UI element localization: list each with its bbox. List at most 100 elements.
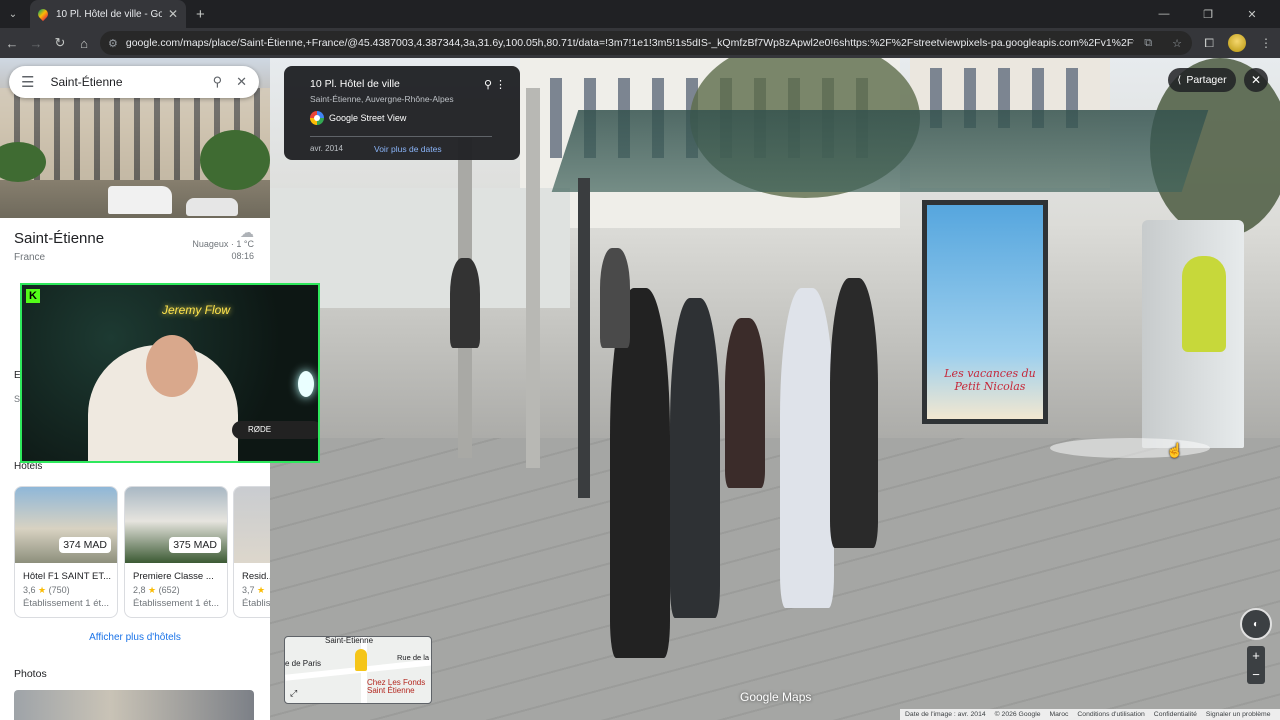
hotel-price: 375 MAD: [169, 537, 221, 553]
pedestrian: [830, 278, 878, 548]
search-box[interactable]: ☰ Saint-Étienne ⚲ ✕: [9, 66, 259, 98]
star-icon: ★: [38, 585, 47, 595]
image-date: Date de l'image : avr. 2014: [905, 711, 986, 718]
toolbar-right: ⧠ ⋮: [1204, 28, 1272, 58]
lamp-post: [526, 88, 540, 468]
pedestrian: [600, 248, 630, 348]
shelter-post: [578, 178, 590, 498]
hotel-rating: 2,8 ★ (652): [125, 582, 227, 596]
country-link[interactable]: Maroc: [1049, 711, 1068, 718]
close-window-icon[interactable]: ✕: [1230, 8, 1274, 21]
minimap[interactable]: Saint-Étienne e de Paris Rue de la Chez …: [284, 636, 432, 704]
bookmark-star-icon[interactable]: ☆: [1172, 37, 1182, 50]
hotel-type: Établis...: [242, 598, 270, 609]
poster-title: Les vacances du Petit Nicolas: [944, 367, 1036, 393]
pegman-icon[interactable]: [355, 649, 367, 671]
hotel-type: Établissement 1 ét...: [23, 598, 110, 609]
more-hotels-link[interactable]: Afficher plus d'hôtels: [0, 632, 270, 643]
ticket-machine: [1142, 220, 1244, 448]
movement-target-indicator[interactable]: [1050, 438, 1210, 458]
pedestrian: [450, 258, 480, 348]
google-logo-icon: [310, 111, 324, 125]
minimap-poi[interactable]: Chez Les Fonds Saint Étienne: [367, 679, 431, 695]
review-count: (652): [158, 585, 180, 595]
place-title: Saint-Étienne: [14, 230, 105, 247]
more-dates-link[interactable]: Voir plus de dates: [374, 144, 442, 154]
home-icon[interactable]: ⌂: [72, 36, 96, 51]
cursor-icon: ☝: [1166, 442, 1184, 458]
bus-shelter-roof: [551, 110, 1209, 192]
hotel-photo: [234, 487, 270, 563]
minimap-city-label: Saint-Étienne: [325, 636, 374, 645]
ticket-machine-panel: [1182, 256, 1226, 352]
microphone: RØDE: [232, 421, 318, 439]
place-country: France: [14, 252, 46, 263]
reload-icon[interactable]: ↻: [48, 35, 72, 51]
close-tab-icon[interactable]: ✕: [168, 7, 178, 21]
hotel-card[interactable]: Resid... 3,7 ★ Établis...: [233, 486, 270, 618]
location-pin-icon[interactable]: ⚲: [484, 78, 492, 91]
ring-light: [298, 371, 314, 397]
close-streetview-button[interactable]: ✕: [1244, 68, 1268, 92]
pedestrian: [725, 318, 765, 488]
site-info-icon[interactable]: ⚙: [108, 37, 118, 50]
hero-car: [186, 198, 238, 216]
minimap-street-label: e de Paris: [285, 659, 322, 668]
hotel-card[interactable]: 375 MAD Premiere Classe ... 2,8 ★ (652) …: [124, 486, 228, 618]
sv-capture-date: avr. 2014: [310, 144, 343, 153]
active-tab[interactable]: 10 Pl. Hôtel de ville - Google M ✕: [30, 0, 186, 28]
streetview-info-card: 10 Pl. Hôtel de ville Saint-Étienne, Auv…: [284, 66, 520, 160]
rating-value: 3,6: [23, 585, 36, 595]
divider: [310, 136, 492, 137]
hotel-rating: 3,6 ★ (750): [15, 582, 117, 596]
compass-icon[interactable]: ◐: [1240, 608, 1272, 640]
share-button[interactable]: ⟨ Partager: [1168, 68, 1236, 92]
profile-avatar[interactable]: [1228, 34, 1246, 52]
hotel-type: Établissement 1 ét...: [133, 598, 220, 609]
report-link[interactable]: Signaler un problème: [1206, 711, 1271, 718]
review-count: (750): [48, 585, 70, 595]
zoom-out-icon[interactable]: −: [1252, 667, 1260, 682]
privacy-link[interactable]: Confidentialité: [1154, 711, 1197, 718]
tab-search-icon[interactable]: ⌄: [2, 3, 24, 25]
more-options-icon[interactable]: ⋮: [495, 78, 506, 91]
sv-provider-label: Google Street View: [329, 113, 407, 123]
hotel-name: Premiere Classe ...: [133, 571, 214, 582]
forward-icon[interactable]: →: [24, 36, 48, 51]
minimap-street-label: Rue de la: [397, 653, 430, 662]
tab-title: 10 Pl. Hôtel de ville - Google M: [56, 8, 162, 20]
weather-time: 08:16: [231, 251, 254, 261]
clear-search-icon[interactable]: ✕: [236, 74, 247, 90]
maps-favicon-icon: [35, 6, 51, 22]
sv-provider: Google Street View: [310, 111, 520, 125]
search-input[interactable]: Saint-Étienne: [50, 75, 198, 89]
rating-value: 2,8: [133, 585, 146, 595]
expand-map-icon[interactable]: ⤢: [290, 688, 297, 699]
photos-section-title: Photos: [14, 668, 47, 680]
browser-tab-bar: ⌄ 10 Pl. Hôtel de ville - Google M ✕ + —…: [0, 0, 1280, 28]
zoom-in-icon[interactable]: +: [1252, 648, 1260, 663]
menu-icon[interactable]: ☰: [21, 73, 34, 91]
browser-toolbar: ← → ↻ ⌂ ⚙ google.com/maps/place/Saint-Ét…: [0, 28, 1280, 58]
new-tab-icon[interactable]: +: [196, 6, 205, 23]
sv-region: Saint-Étienne, Auvergne-Rhône-Alpes: [310, 94, 454, 104]
hotel-rating: 3,7 ★: [234, 582, 270, 596]
back-icon[interactable]: ←: [0, 36, 24, 51]
zoom-controls: + −: [1247, 646, 1265, 684]
star-icon: ★: [148, 585, 157, 595]
search-icon[interactable]: ⚲: [213, 74, 223, 90]
restore-icon[interactable]: ❐: [1186, 8, 1230, 21]
copyright: © 2026 Google: [994, 711, 1041, 718]
kick-logo-icon: K: [26, 289, 40, 303]
terms-link[interactable]: Conditions d'utilisation: [1077, 711, 1144, 718]
weather-widget: ☁ Nuageux · 1 °C 08:16: [192, 225, 254, 262]
browser-menu-icon[interactable]: ⋮: [1260, 36, 1272, 50]
cast-icon[interactable]: ⧉: [1144, 37, 1152, 50]
pedestrian: [780, 288, 834, 608]
hotel-card[interactable]: 374 MAD Hôtel F1 SAINT ET... 3,6 ★ (750)…: [14, 486, 118, 618]
hero-van: [108, 186, 172, 214]
extensions-icon[interactable]: ⧠: [1204, 36, 1214, 51]
address-bar[interactable]: ⚙ google.com/maps/place/Saint-Étienne,+F…: [100, 31, 1192, 55]
photos-strip[interactable]: [14, 690, 254, 720]
minimize-icon[interactable]: —: [1142, 8, 1186, 20]
